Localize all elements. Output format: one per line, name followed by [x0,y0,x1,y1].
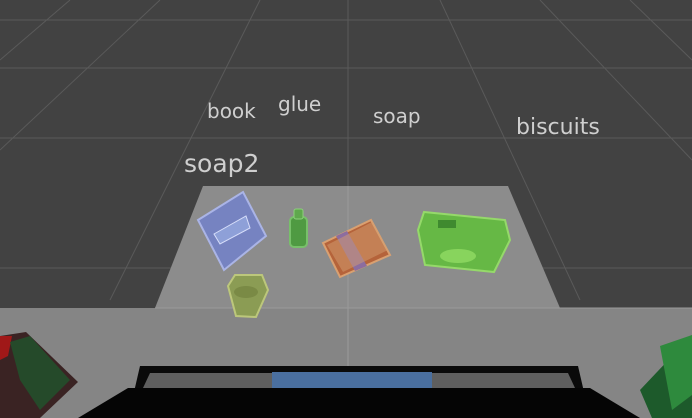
label-soap2: soap2 [184,149,260,178]
label-book: book [207,99,256,123]
label-glue: glue [278,92,322,116]
drop-box-bottom [78,388,640,418]
3d-viewport[interactable]: book glue soap biscuits soap2 [0,0,692,418]
scene-canvas[interactable] [0,0,692,418]
label-biscuits: biscuits [516,115,600,140]
drop-box-panel [272,372,432,388]
biscuits-object[interactable] [416,210,512,274]
label-soap: soap [373,104,421,128]
